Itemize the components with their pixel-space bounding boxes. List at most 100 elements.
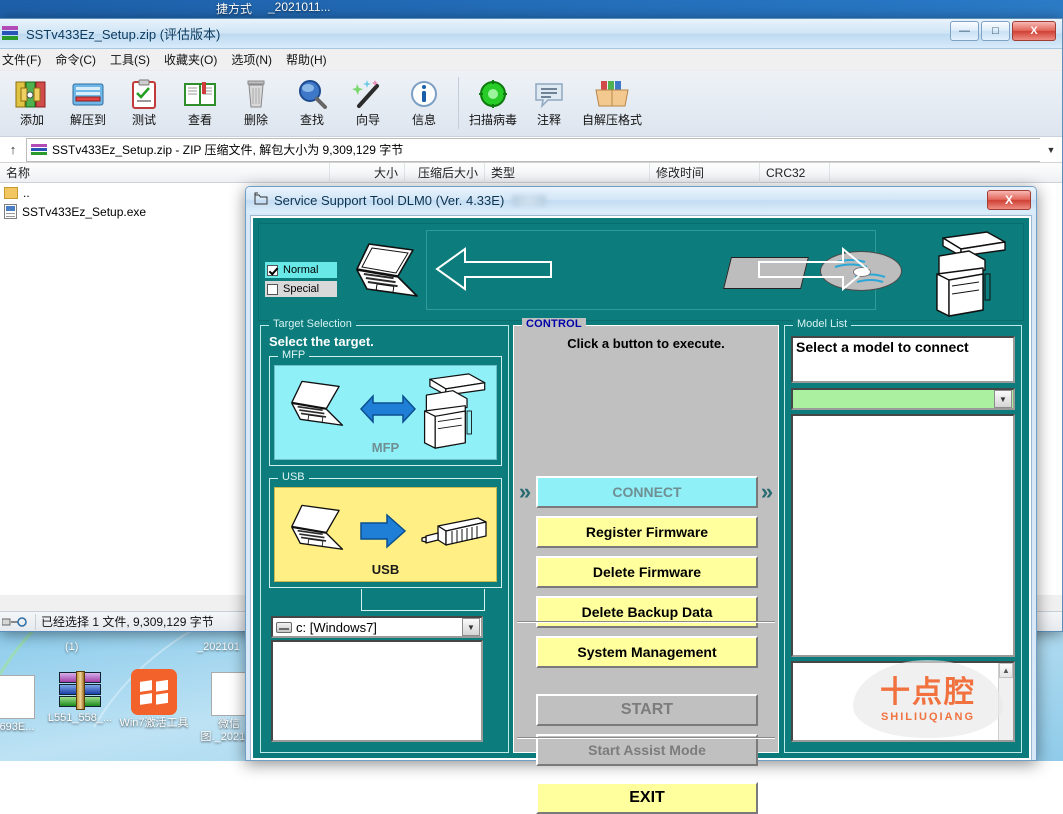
- menu-item-help[interactable]: 帮助(H): [279, 49, 334, 70]
- document-icon: [211, 672, 247, 716]
- close-button[interactable]: X: [1012, 21, 1056, 41]
- sst-titlebar[interactable]: Service Support Tool DLM0 (Ver. 4.33E) X: [246, 187, 1036, 213]
- column-header-type[interactable]: 类型: [485, 163, 650, 183]
- laptop-icon: [285, 378, 351, 435]
- start-button[interactable]: START: [536, 694, 758, 726]
- windows-logo-icon: [131, 669, 177, 715]
- toolbar-button-sfx[interactable]: 自解压格式: [577, 73, 647, 128]
- chevron-down-icon[interactable]: ▼: [462, 618, 480, 636]
- menu-item-file[interactable]: 文件(F): [0, 49, 48, 70]
- winrar-app-icon: [2, 26, 18, 42]
- checkbox-normal[interactable]: Normal: [265, 262, 337, 278]
- toolbar-button-comment[interactable]: 注释: [521, 73, 577, 128]
- delete-backup-data-button[interactable]: Delete Backup Data: [536, 596, 758, 628]
- connect-button[interactable]: CONNECT: [536, 476, 758, 508]
- toolbar-button-add[interactable]: 添加: [4, 73, 60, 128]
- winrar-title: SSTv433Ez_Setup.zip (评估版本): [26, 24, 220, 43]
- column-header-name[interactable]: 名称: [0, 163, 330, 183]
- exe-icon: [4, 204, 17, 219]
- toolbar-button-test[interactable]: 测试: [116, 73, 172, 128]
- exit-button[interactable]: EXIT: [536, 782, 758, 814]
- find-icon: [284, 77, 340, 111]
- drive-file-list[interactable]: [271, 640, 483, 742]
- model-select[interactable]: ▼: [791, 388, 1015, 410]
- desktop-icon-winrar-archive[interactable]: L551_558_...: [43, 672, 117, 725]
- control-panel-label: CONTROL: [522, 318, 586, 330]
- column-header-crc32[interactable]: CRC32: [760, 163, 830, 183]
- arrow-right-icon: [757, 247, 869, 294]
- drive-icon: [276, 622, 292, 633]
- checkbox-special-box[interactable]: [267, 284, 278, 295]
- drive-select[interactable]: c: [Windows7] ▼: [271, 616, 483, 638]
- file-name: SSTv433Ez_Setup.exe: [22, 205, 146, 219]
- scroll-up-icon[interactable]: ▲: [999, 663, 1013, 678]
- folder-icon: [4, 187, 18, 199]
- desktop-icon-label: 693E...: [0, 721, 34, 733]
- arrow-left-icon: [435, 247, 553, 294]
- toolbar-button-extract-to[interactable]: 解压到: [60, 73, 116, 128]
- toolbar-button-info[interactable]: 信息: [396, 73, 452, 128]
- toolbar-button-virus-scan[interactable]: 扫描病毒: [465, 73, 521, 128]
- desktop-icon-win7-activation[interactable]: Win7激活工具: [117, 669, 191, 730]
- toolbar-button-view[interactable]: 查看: [172, 73, 228, 128]
- winrar-titlebar[interactable]: SSTv433Ez_Setup.zip (评估版本) — □ X: [0, 19, 1062, 49]
- column-header-modified[interactable]: 修改时间: [650, 163, 760, 183]
- go-up-button[interactable]: ↑: [0, 142, 26, 157]
- banner-flow-box: [426, 230, 876, 310]
- toolbar-button-delete[interactable]: 删除: [228, 73, 284, 128]
- mfp-target-button[interactable]: MFP: [274, 365, 497, 460]
- arrow-right-icon: [359, 512, 407, 553]
- sst-title: Service Support Tool DLM0 (Ver. 4.33E): [274, 193, 504, 208]
- usb-drive-connector-line: [361, 589, 485, 611]
- control-heading: Click a button to execute.: [514, 336, 778, 351]
- toolbar-label: 注释: [521, 111, 577, 128]
- desktop-icon-label: L551_558_...: [48, 712, 112, 724]
- toolbar-label: 自解压格式: [577, 111, 647, 128]
- target-selection-label: Target Selection: [269, 318, 356, 330]
- model-message-box: Select a model to connect: [791, 336, 1015, 383]
- delete-firmware-button[interactable]: Delete Firmware: [536, 556, 758, 588]
- checkbox-normal-label: Normal: [283, 264, 318, 276]
- column-header-size[interactable]: 大小: [330, 163, 405, 183]
- service-support-tool-dialog: Service Support Tool DLM0 (Ver. 4.33E) X…: [245, 186, 1037, 761]
- maximize-button[interactable]: □: [981, 21, 1010, 41]
- usb-drive-icon: [420, 516, 488, 557]
- chevron-down-icon[interactable]: ▼: [994, 390, 1012, 408]
- desktop-label-shortcut: 捷方式: [216, 0, 252, 17]
- status-text: 已经选择 1 文件, 9,309,129 字节: [41, 613, 214, 630]
- system-management-button[interactable]: System Management: [536, 636, 758, 668]
- archive-icon: [31, 143, 47, 157]
- sst-body: Normal Special: [250, 215, 1032, 760]
- model-list-box[interactable]: [791, 414, 1015, 657]
- menu-item-options[interactable]: 选项(N): [224, 49, 279, 70]
- model-list-panel: Model List Select a model to connect ▼ ▲…: [784, 325, 1022, 753]
- archive-path-text: SSTv433Ez_Setup.zip - ZIP 压缩文件, 解包大小为 9,…: [52, 141, 403, 158]
- toolbar-label: 删除: [228, 111, 284, 128]
- menu-item-tools[interactable]: 工具(S): [103, 49, 157, 70]
- winrar-toolbar: 添加 解压到 测试: [0, 71, 1062, 137]
- model-detail-list-box[interactable]: ▲: [791, 661, 1015, 742]
- vertical-scrollbar[interactable]: ▲: [998, 663, 1013, 740]
- toolbar-button-find[interactable]: 查找: [284, 73, 340, 128]
- toolbar-separator: [458, 77, 459, 129]
- register-firmware-button[interactable]: Register Firmware: [536, 516, 758, 548]
- archive-path-box[interactable]: SSTv433Ez_Setup.zip - ZIP 压缩文件, 解包大小为 9,…: [26, 138, 1040, 162]
- checkbox-special[interactable]: Special: [265, 281, 337, 297]
- menu-item-favorites[interactable]: 收藏夹(O): [157, 49, 224, 70]
- winrar-menubar: 文件(F) 命令(C) 工具(S) 收藏夹(O) 选项(N) 帮助(H): [0, 49, 1062, 71]
- toolbar-label: 查看: [172, 111, 228, 128]
- chevron-down-icon[interactable]: ▼: [1040, 145, 1062, 155]
- control-panel: CONTROL Click a button to execute. » » C…: [513, 325, 779, 753]
- toolbar-button-wizard[interactable]: 向导: [340, 73, 396, 128]
- bidirectional-arrow-icon: [359, 390, 417, 431]
- column-header-packed[interactable]: 压缩后大小: [405, 163, 485, 183]
- usb-target-button[interactable]: USB: [274, 487, 497, 582]
- checkbox-normal-box[interactable]: [267, 265, 278, 276]
- sst-close-button[interactable]: X: [987, 190, 1031, 210]
- sst-app-icon: [254, 192, 268, 208]
- minimize-button[interactable]: —: [950, 21, 979, 41]
- menu-item-commands[interactable]: 命令(C): [48, 49, 103, 70]
- winrar-column-header: 名称 大小 压缩后大小 类型 修改时间 CRC32: [0, 163, 1062, 183]
- usb-group-label: USB: [278, 471, 309, 483]
- sfx-icon: [577, 77, 647, 111]
